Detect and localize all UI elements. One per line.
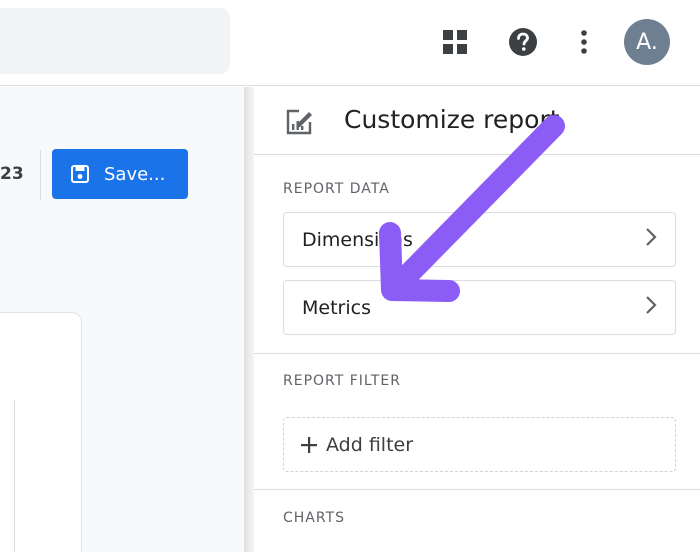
date-range-fragment[interactable]: 23 xyxy=(0,164,24,184)
section-divider xyxy=(254,353,700,354)
dimensions-button[interactable]: Dimensions xyxy=(283,212,676,267)
panel-shadow xyxy=(244,87,254,552)
apps-grid-icon[interactable] xyxy=(437,24,473,60)
plus-icon xyxy=(300,436,318,454)
add-filter-label: Add filter xyxy=(326,433,414,456)
customize-report-panel: Customize report REPORT DATA Dimensions … xyxy=(254,87,700,552)
help-icon[interactable] xyxy=(505,24,541,60)
toolbar-divider xyxy=(40,150,41,200)
section-divider xyxy=(254,489,700,490)
dimensions-label: Dimensions xyxy=(302,228,413,251)
report-data-label: REPORT DATA xyxy=(283,181,390,197)
panel-title: Customize report xyxy=(344,105,560,134)
avatar[interactable]: A. xyxy=(624,19,670,65)
add-filter-button[interactable]: Add filter xyxy=(283,417,676,472)
top-app-bar: A. xyxy=(0,0,700,86)
report-card xyxy=(0,312,82,552)
save-button-label: Save... xyxy=(104,163,166,185)
metrics-label: Metrics xyxy=(302,296,371,319)
panel-header: Customize report xyxy=(254,87,700,155)
more-vert-icon[interactable] xyxy=(566,24,602,60)
report-filter-label: REPORT FILTER xyxy=(283,373,401,389)
edit-report-icon xyxy=(284,107,314,142)
chevron-right-icon xyxy=(645,227,657,252)
chevron-right-icon xyxy=(645,295,657,320)
save-button[interactable]: Save... xyxy=(52,149,188,199)
search-box[interactable] xyxy=(0,8,230,74)
charts-label: CHARTS xyxy=(283,510,346,526)
save-icon xyxy=(70,164,90,184)
metrics-button[interactable]: Metrics xyxy=(283,280,676,335)
card-axis-line xyxy=(14,400,15,552)
